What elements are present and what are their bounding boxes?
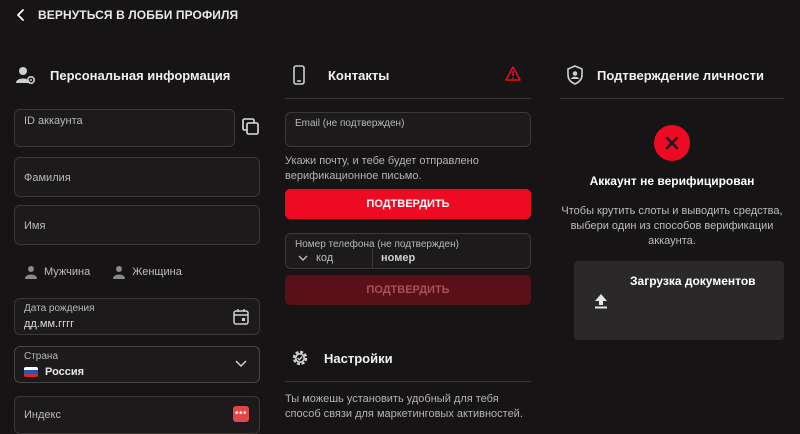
email-field[interactable]: Email (не подтвержден) <box>285 112 531 147</box>
settings-title: Настройки <box>324 350 393 366</box>
male-user-icon <box>25 266 37 279</box>
verification-title: Подтверждение личности <box>597 67 764 83</box>
phone-number-placeholder: номер <box>381 252 416 264</box>
gender-male-option[interactable]: Мужчина <box>24 265 90 279</box>
documents-upload-label: Загрузка документов <box>630 274 756 288</box>
surname-field[interactable]: Фамилия <box>14 157 260 197</box>
gender-female-option[interactable]: Женщина <box>112 265 182 279</box>
account-id-field[interactable]: ID аккаунта <box>14 109 235 147</box>
verification-divider <box>560 98 784 99</box>
phone-label: Номер телефона (не подтвержден) <box>295 239 459 250</box>
account-id-label: ID аккаунта <box>24 115 83 127</box>
birthdate-label: Дата рождения <box>24 303 95 314</box>
shield-user-icon <box>564 64 586 86</box>
chevron-left-icon <box>17 9 24 21</box>
user-gear-icon <box>14 64 36 86</box>
more-options-icon[interactable]: ••• <box>233 406 249 422</box>
name-field[interactable]: Имя <box>14 205 260 245</box>
verification-status: Аккаунт не верифицирован <box>589 174 755 188</box>
name-placeholder: Имя <box>24 220 46 232</box>
email-label: Email (не подтвержден) <box>295 118 405 129</box>
back-to-lobby-link[interactable]: ВЕРНУТЬСЯ В ЛОББИ ПРОФИЛЯ <box>14 8 238 22</box>
contacts-section: Контакты Email (не подтвержден) Укажи по… <box>285 60 531 422</box>
warning-icon <box>505 66 521 81</box>
confirm-email-button[interactable]: ПОДТВЕРДИТЬ <box>285 189 531 219</box>
phone-divider <box>372 248 373 268</box>
birthdate-placeholder: дд.мм.гггг <box>24 318 75 330</box>
contacts-divider <box>285 98 531 99</box>
phone-field[interactable]: Номер телефона (не подтвержден) код номе… <box>285 233 531 269</box>
gender-female-label: Женщина <box>132 266 182 278</box>
phone-code-select[interactable]: код <box>298 252 333 264</box>
birthdate-field[interactable]: Дата рождения дд.мм.гггг <box>14 298 260 335</box>
back-label: ВЕРНУТЬСЯ В ЛОББИ ПРОФИЛЯ <box>38 8 239 22</box>
settings-text: Ты можешь установить удобный для тебя сп… <box>285 393 523 420</box>
email-help-text: Укажи почту, и тебе будет отправлено вер… <box>285 155 479 182</box>
phone-code-label: код <box>316 252 334 264</box>
settings-header: Настройки <box>285 343 531 373</box>
upload-icon <box>595 294 607 309</box>
phone-icon <box>291 64 307 86</box>
gender-male-label: Мужчина <box>44 266 91 278</box>
personal-info-section: Персональная информация ID аккаунта Фами… <box>14 60 260 434</box>
confirm-phone-button[interactable]: ПОДТВЕРДИТЬ <box>285 275 531 305</box>
settings-divider <box>285 381 531 382</box>
chevron-down-icon <box>235 360 247 368</box>
gear-icon <box>289 347 311 369</box>
verification-text: Чтобы крутить слоты и выводить средства,… <box>561 205 783 247</box>
verification-section: Подтверждение личности Аккаунт не верифи… <box>560 60 784 340</box>
female-user-icon <box>113 266 126 279</box>
not-verified-icon <box>654 125 690 161</box>
contacts-title: Контакты <box>328 67 390 83</box>
country-value: Россия <box>45 366 85 378</box>
surname-placeholder: Фамилия <box>24 172 71 184</box>
zip-field[interactable]: Индекс ••• <box>14 396 260 434</box>
gender-selector: Мужчина Женщина <box>14 255 260 289</box>
calendar-icon[interactable] <box>233 308 249 325</box>
documents-upload-card[interactable]: Загрузка документов <box>574 261 784 340</box>
country-select[interactable]: Страна Россия <box>14 346 260 383</box>
zip-placeholder: Индекс <box>24 409 61 421</box>
copy-icon[interactable] <box>242 118 260 136</box>
personal-info-title: Персональная информация <box>50 67 231 83</box>
country-label: Страна <box>24 351 59 362</box>
topbar: ВЕРНУТЬСЯ В ЛОББИ ПРОФИЛЯ <box>0 0 800 30</box>
chevron-down-icon <box>298 255 308 261</box>
russia-flag-icon <box>24 367 38 377</box>
